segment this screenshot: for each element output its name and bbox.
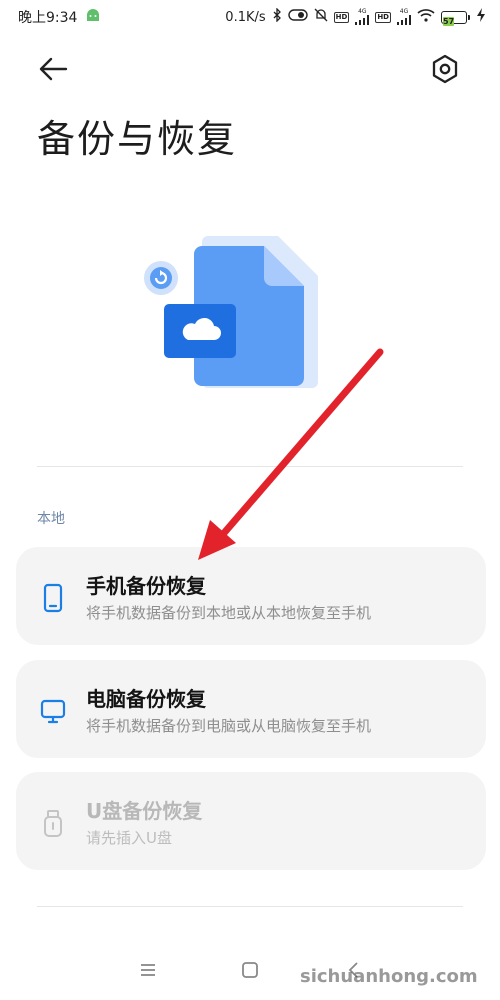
menu-icon xyxy=(141,964,155,976)
phone-icon xyxy=(43,583,63,613)
card-title: U盘备份恢复 xyxy=(86,799,203,823)
gear-icon xyxy=(432,54,458,84)
section-label-local: 本地 xyxy=(37,511,65,527)
net-speed: 0.1K/s xyxy=(225,9,266,25)
monitor-icon xyxy=(40,699,66,724)
card-title: 手机备份恢复 xyxy=(86,574,206,598)
back-button[interactable] xyxy=(36,52,70,86)
card-subtitle: 将手机数据备份到本地或从本地恢复至手机 xyxy=(86,604,372,622)
status-bar: 晚上9:34 0.1K/s HD 4G HD 4G 57 xyxy=(0,0,500,34)
backup-illustration xyxy=(140,232,320,392)
signal-1: 4G xyxy=(355,9,370,25)
arrow-left-icon xyxy=(39,57,68,81)
menu-button[interactable] xyxy=(136,958,160,982)
settings-button[interactable] xyxy=(428,52,462,86)
usb-drive-icon xyxy=(44,810,62,837)
card-subtitle: 将手机数据备份到电脑或从电脑恢复至手机 xyxy=(86,717,372,735)
home-square-icon xyxy=(242,962,258,978)
card-subtitle: 请先插入U盘 xyxy=(86,829,172,847)
vibrate-icon xyxy=(287,9,308,25)
hd-badge: HD xyxy=(375,11,391,23)
signal-2: 4G xyxy=(397,9,411,25)
status-time: 晚上9:34 xyxy=(18,10,78,26)
phone-backup-card[interactable]: 手机备份恢复 将手机数据备份到本地或从本地恢复至手机 xyxy=(16,547,486,645)
pc-backup-card[interactable]: 电脑备份恢复 将手机数据备份到电脑或从电脑恢复至手机 xyxy=(16,660,486,758)
page-title: 备份与恢复 xyxy=(37,117,238,161)
divider-bottom xyxy=(37,906,463,907)
charging-icon xyxy=(476,8,486,26)
usb-backup-card[interactable]: U盘备份恢复 请先插入U盘 xyxy=(16,772,486,870)
mute-icon xyxy=(314,8,328,26)
card-title: 电脑备份恢复 xyxy=(86,687,206,711)
android-icon xyxy=(85,8,101,26)
home-button[interactable] xyxy=(238,958,262,982)
bluetooth-icon xyxy=(272,7,282,26)
battery-level: 57 xyxy=(443,16,455,26)
watermark: sichuanhong.com xyxy=(300,966,478,987)
wifi-icon xyxy=(417,8,435,26)
battery-icon: 57 xyxy=(441,10,470,26)
hd-badge: HD xyxy=(333,11,350,23)
divider-top xyxy=(37,466,463,467)
